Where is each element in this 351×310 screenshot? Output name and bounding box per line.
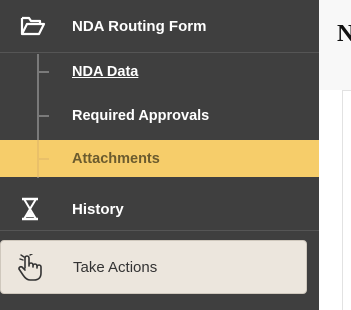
tree-connector-tick [37, 158, 49, 160]
sidebar-item-required-approvals[interactable]: Required Approvals [0, 98, 319, 134]
folder-open-icon [20, 15, 46, 37]
sidebar-item-history[interactable]: History [0, 190, 319, 228]
take-actions-button[interactable]: Take Actions [0, 240, 307, 294]
content-panel [342, 90, 351, 310]
sidebar-item-label: History [72, 200, 124, 218]
sidebar-item-label: Attachments [72, 150, 160, 167]
page-title: N [337, 21, 351, 47]
sidebar-item-label: NDA Routing Form [72, 17, 207, 35]
sidebar-item-label: Required Approvals [72, 108, 210, 124]
sidebar-item-label: NDA Data [72, 64, 139, 80]
sidebar-divider [0, 230, 319, 231]
sidebar: NDA Routing Form NDA Data Required Appro… [0, 0, 319, 310]
sidebar-item-nda-routing-form[interactable]: NDA Routing Form [0, 0, 319, 53]
pointer-hand-icon [17, 253, 43, 287]
hourglass-icon [20, 197, 40, 221]
sidebar-item-nda-data[interactable]: NDA Data [0, 54, 319, 90]
main-content: N [319, 0, 351, 310]
take-actions-label: Take Actions [73, 258, 158, 276]
